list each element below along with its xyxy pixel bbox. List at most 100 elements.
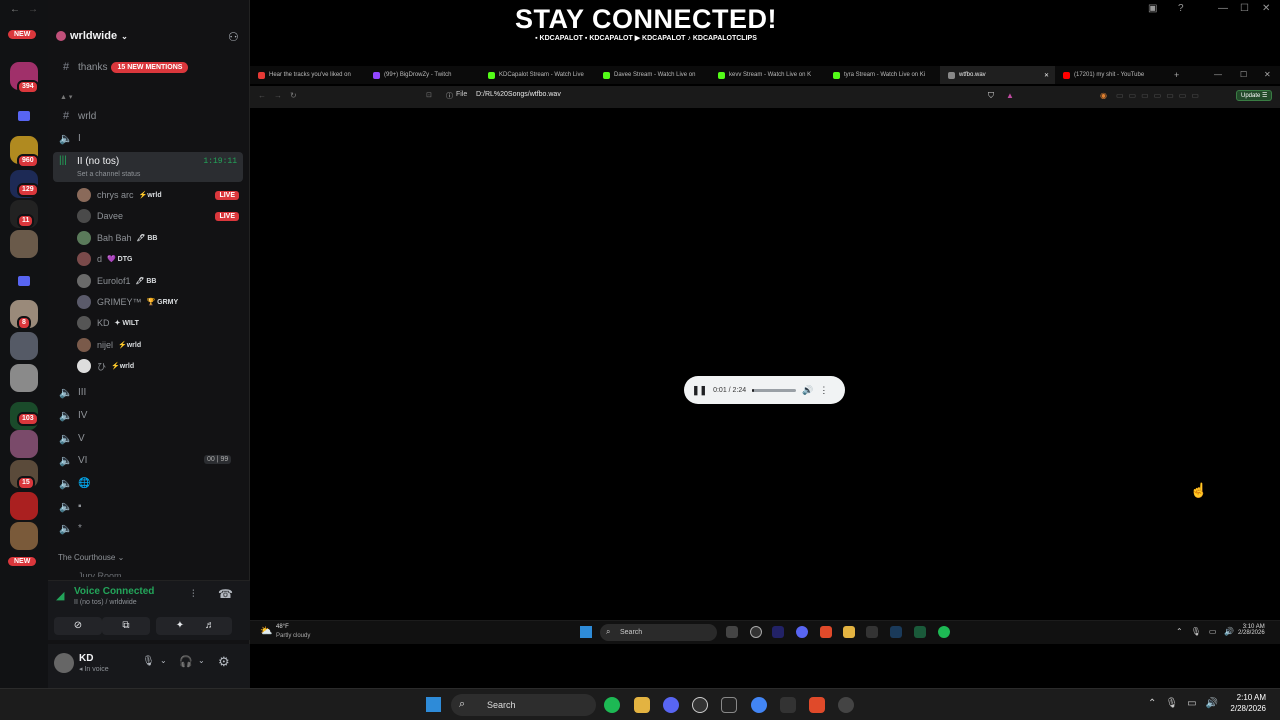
app-icon[interactable]	[866, 626, 878, 638]
app-icon[interactable]	[692, 697, 708, 713]
folder-icon[interactable]	[18, 276, 30, 286]
server-icon[interactable]	[10, 492, 38, 520]
close-icon[interactable]: ✕	[1262, 3, 1270, 14]
more-options-icon[interactable]: ⋮	[819, 385, 828, 396]
microphone-icon[interactable]: 🎙	[142, 656, 155, 667]
channel-wrld[interactable]: # wrld	[58, 106, 244, 126]
new-tab-icon[interactable]: +	[1174, 70, 1179, 80]
gear-icon[interactable]: ⚙	[218, 654, 230, 670]
channel-partial[interactable]: Jury Room	[78, 571, 122, 577]
signal-icon[interactable]: ◢	[56, 589, 64, 602]
steam-icon[interactable]	[890, 626, 902, 638]
browser-tab[interactable]: tyra Stream - Watch Live on Ki	[825, 66, 940, 84]
shield-icon[interactable]: ⛉	[988, 91, 994, 101]
inbox-icon[interactable]: ▣	[1148, 3, 1157, 14]
new-unreads-bottom[interactable]: NEW	[8, 557, 37, 566]
chevron-down-icon[interactable]: ⌄	[198, 656, 205, 665]
spotify-icon[interactable]	[938, 626, 950, 638]
channel-thanks[interactable]: # thanks 15 NEW MENTIONS	[58, 57, 244, 77]
server-icon[interactable]	[10, 332, 38, 360]
voice-channel[interactable]: 🔈 ▪	[58, 496, 244, 516]
spotify-icon[interactable]	[604, 697, 620, 713]
chevron-down-icon[interactable]: ⌄	[160, 656, 167, 665]
browser-tab[interactable]: KDCapalot Stream - Watch Live	[480, 66, 595, 84]
voice-user[interactable]: GRIMEY™ 🏆 GRMY	[77, 293, 239, 311]
bookmark-icon[interactable]: ⊡	[426, 91, 432, 99]
disconnect-icon[interactable]: ☎	[218, 587, 233, 601]
app-icon[interactable]	[750, 626, 762, 638]
brave-icon[interactable]	[820, 626, 832, 638]
epic-games-icon[interactable]	[721, 697, 737, 713]
browser-tab[interactable]: (17201) my shit - YouTube	[1055, 66, 1170, 84]
forward-arrow-icon[interactable]: →	[28, 4, 38, 15]
maximize-icon[interactable]: ☐	[1240, 3, 1249, 14]
seek-bar[interactable]	[752, 388, 797, 392]
back-arrow-icon[interactable]: ←	[10, 4, 20, 15]
server-icon[interactable]	[10, 230, 38, 258]
avatar[interactable]	[54, 653, 74, 673]
update-button[interactable]: Update ☰	[1236, 90, 1273, 101]
browser-tab[interactable]: (99+) BigDrowZy - Twitch	[365, 66, 480, 84]
voice-user[interactable]: nijel ⚡wrld	[77, 336, 239, 354]
browser-tab[interactable]: Davee Stream - Watch Live on	[595, 66, 710, 84]
maximize-icon[interactable]: ☐	[1240, 70, 1247, 79]
folder-icon[interactable]	[634, 697, 650, 713]
app-icon[interactable]	[772, 626, 784, 638]
tray-icons[interactable]: ⌃🎙▭🔊	[1176, 627, 1242, 636]
server-icon[interactable]	[10, 430, 38, 458]
app-icon[interactable]	[780, 697, 796, 713]
invite-icon[interactable]: ⚇	[228, 30, 239, 44]
voice-channel[interactable]: 🔈 V	[58, 428, 244, 448]
toolbar-icons[interactable]: ▭▭▭▭▭▭▭	[1116, 91, 1204, 100]
url-text[interactable]: D:/RL%20Songs/wtfbo.wav	[476, 91, 561, 98]
voice-channel[interactable]: 🔈 🌐	[58, 473, 244, 493]
rewards-icon[interactable]: ▲	[1006, 91, 1014, 100]
reload-icon[interactable]: ↻	[290, 91, 297, 100]
voice-user[interactable]: d 💜 DTG	[77, 250, 239, 268]
browser-tab-active[interactable]: wtfbo.wav ✕	[940, 66, 1055, 84]
server-icon[interactable]	[10, 522, 38, 550]
voice-channel-link[interactable]: II (no tos) / wrldwide	[74, 599, 137, 606]
browser-tab[interactable]: Hear the tracks you've liked on	[250, 66, 365, 84]
extension-icon[interactable]: ◉	[1100, 91, 1107, 100]
soundboard-button[interactable]: ♬	[188, 617, 232, 635]
folder-icon[interactable]	[843, 626, 855, 638]
camera-off-button[interactable]: ⊘	[54, 617, 102, 635]
taskbar-search[interactable]: ⌕ Search	[600, 624, 717, 641]
minimize-icon[interactable]: —	[1218, 3, 1228, 14]
discord-icon[interactable]	[796, 626, 808, 638]
voice-user[interactable]: Davee LIVE	[77, 207, 239, 225]
headphones-icon[interactable]: 🎧	[179, 655, 193, 668]
voice-channel[interactable]: 🔈 III	[58, 382, 244, 402]
channel-status-hint[interactable]: Set a channel status	[77, 171, 140, 178]
browser-tab[interactable]: kevv Stream - Watch Live on K	[710, 66, 825, 84]
noise-suppression-icon[interactable]: ⫶	[192, 589, 195, 600]
taskbar-clock[interactable]: 2:10 AM 2/28/2026	[1230, 692, 1266, 714]
back-icon[interactable]: ←	[258, 91, 266, 100]
new-unreads-top[interactable]: NEW	[8, 30, 37, 39]
active-voice-channel[interactable]: ||| II (no tos) 1:19:11 Set a channel st…	[53, 152, 243, 182]
chrome-icon[interactable]	[751, 697, 767, 713]
settings-icon[interactable]	[838, 697, 854, 713]
voice-user[interactable]: chrys arc ⚡wrld LIVE	[77, 186, 239, 204]
windows-start-icon[interactable]	[580, 626, 592, 638]
server-icon[interactable]	[10, 364, 38, 392]
folder-icon[interactable]	[18, 111, 30, 121]
windows-start-icon[interactable]	[426, 697, 441, 712]
brave-icon[interactable]	[809, 697, 825, 713]
voice-user[interactable]: Eurolof1 🖊 BB	[77, 272, 239, 290]
server-header[interactable]: wrldwide ⌄	[56, 30, 128, 42]
forward-icon[interactable]: →	[274, 91, 282, 100]
pause-icon[interactable]: ❚❚	[692, 385, 707, 396]
task-view-icon[interactable]	[726, 626, 738, 638]
voice-channel[interactable]: 🔈 IV	[58, 405, 244, 425]
close-tab-icon[interactable]: ✕	[1044, 72, 1049, 79]
voice-user[interactable]: Bah Bah 🖊 BB	[77, 229, 239, 247]
collapse-icon[interactable]: ▲ ▾	[60, 93, 72, 101]
close-icon[interactable]: ✕	[1264, 70, 1271, 79]
taskbar-search[interactable]: ⌕ Search	[451, 694, 596, 716]
minimize-icon[interactable]: —	[1214, 70, 1222, 79]
help-icon[interactable]: ?	[1178, 3, 1184, 14]
volume-icon[interactable]: 🔊	[802, 385, 813, 396]
voice-user[interactable]: KD ✦ WILT	[77, 314, 239, 332]
